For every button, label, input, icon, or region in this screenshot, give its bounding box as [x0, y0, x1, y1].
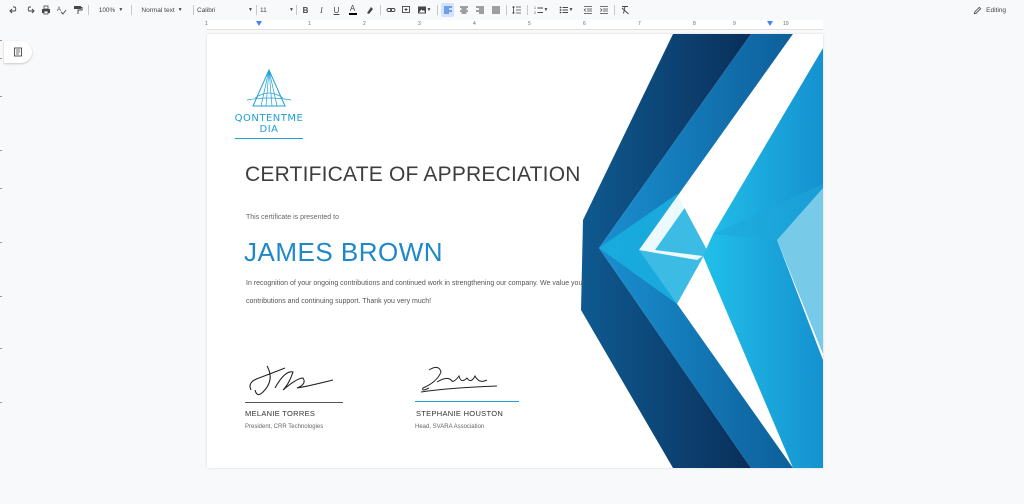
print-icon[interactable] — [40, 3, 52, 17]
bulleted-list-icon[interactable]: ▼ — [556, 3, 576, 17]
ruler-number: 2 — [363, 21, 366, 27]
bold-icon[interactable]: B — [300, 3, 311, 17]
ruler-number: 6 — [583, 21, 586, 27]
font-select[interactable]: Calibri ▼ — [197, 3, 253, 17]
signature-stephanie-houston — [420, 366, 498, 393]
decrease-indent-icon[interactable] — [582, 3, 594, 17]
outline-icon — [14, 47, 22, 57]
editing-mode-button[interactable]: Editing — [973, 3, 1006, 17]
signatory-role: Head, SVARA Association — [415, 424, 485, 430]
ruler-number: 9 — [733, 21, 736, 27]
ruler-number: 4 — [473, 21, 476, 27]
signature-line — [245, 402, 343, 403]
company-logo: QONTENTME DIA — [233, 68, 305, 139]
link-icon[interactable] — [385, 3, 396, 17]
recipient-name: JAMES BROWN — [244, 237, 444, 267]
ruler-number: 1 — [205, 21, 208, 27]
text-color-icon[interactable]: A — [347, 3, 358, 17]
font-size-select[interactable]: 11 ▼ — [260, 3, 294, 17]
ruler-number: 1 — [308, 21, 311, 27]
comment-icon[interactable] — [400, 3, 411, 17]
ruler-number: 3 — [418, 21, 421, 27]
line-spacing-icon[interactable] — [510, 3, 523, 17]
signatory-role: President, CRR Technologies — [245, 424, 324, 430]
caret-down-icon: ▼ — [118, 7, 124, 13]
certificate-title: CERTIFICATE OF APPRECIATION — [245, 163, 581, 186]
svg-text:1: 1 — [534, 6, 536, 10]
font-value: Calibri — [197, 6, 216, 14]
increase-indent-icon[interactable] — [598, 3, 610, 17]
signature-line — [415, 401, 519, 402]
paint-format-icon[interactable] — [72, 3, 84, 17]
horizontal-ruler[interactable]: 1 1 2 3 4 5 6 7 8 9 10 — [205, 20, 823, 30]
caret-down-icon: ▼ — [177, 7, 183, 13]
zoom-select[interactable]: 100% ▼ — [94, 3, 128, 17]
underline-icon[interactable]: U — [331, 3, 342, 17]
style-value: Normal text — [141, 6, 175, 14]
clear-formatting-icon[interactable] — [619, 3, 631, 17]
toolbar: A 100% ▼ Normal text ▼ Calibri ▼ 11 ▼ B I U … — [0, 0, 1024, 20]
font-size-value: 11 — [260, 6, 267, 14]
caret-down-icon: ▼ — [289, 7, 294, 13]
ruler-number: 8 — [693, 21, 696, 27]
align-center-icon[interactable] — [457, 3, 470, 17]
numbered-list-icon[interactable]: 1 2 ▼ — [531, 3, 551, 17]
right-indent-marker[interactable] — [767, 21, 773, 26]
italic-icon[interactable]: I — [316, 3, 327, 17]
logo-pyramid-icon — [246, 68, 292, 107]
caret-down-icon: ▼ — [248, 7, 253, 13]
highlight-icon[interactable] — [364, 3, 375, 17]
ruler-number: 7 — [638, 21, 641, 27]
justify-icon[interactable] — [489, 3, 502, 17]
align-left-icon[interactable] — [441, 3, 454, 17]
align-right-icon[interactable] — [473, 3, 486, 17]
vertical-ruler — [0, 30, 3, 504]
spellcheck-icon[interactable]: A — [56, 3, 68, 17]
ruler-number: 10 — [783, 21, 789, 27]
left-indent-marker[interactable] — [256, 21, 262, 26]
signatory-name: STEPHANIE HOUSTON — [416, 409, 504, 418]
document-page[interactable]: QONTENTME DIA CERTIFICATE OF APPRECIATION… — [207, 34, 823, 468]
logo-wordmark: QONTENTME DIA — [234, 113, 304, 135]
svg-text:2: 2 — [534, 11, 536, 15]
ruler-number: 5 — [528, 21, 531, 27]
zoom-value: 100% — [98, 6, 116, 14]
redo-icon[interactable] — [24, 3, 36, 17]
editing-mode-label: Editing — [986, 6, 1006, 14]
undo-icon[interactable] — [8, 3, 20, 17]
presented-to-text: This certificate is presented to — [246, 214, 339, 221]
style-select[interactable]: Normal text ▼ — [135, 3, 189, 17]
pencil-icon — [973, 6, 982, 14]
certificate-body-text: In recognition of your ongoing contribut… — [246, 280, 585, 305]
svg-text:A: A — [57, 7, 61, 13]
signatory-name: MELANIE TORRES — [245, 409, 316, 418]
document-outline-button[interactable] — [4, 41, 32, 63]
image-icon[interactable]: ▼ — [415, 3, 433, 17]
signature-melanie-torres — [249, 365, 334, 396]
